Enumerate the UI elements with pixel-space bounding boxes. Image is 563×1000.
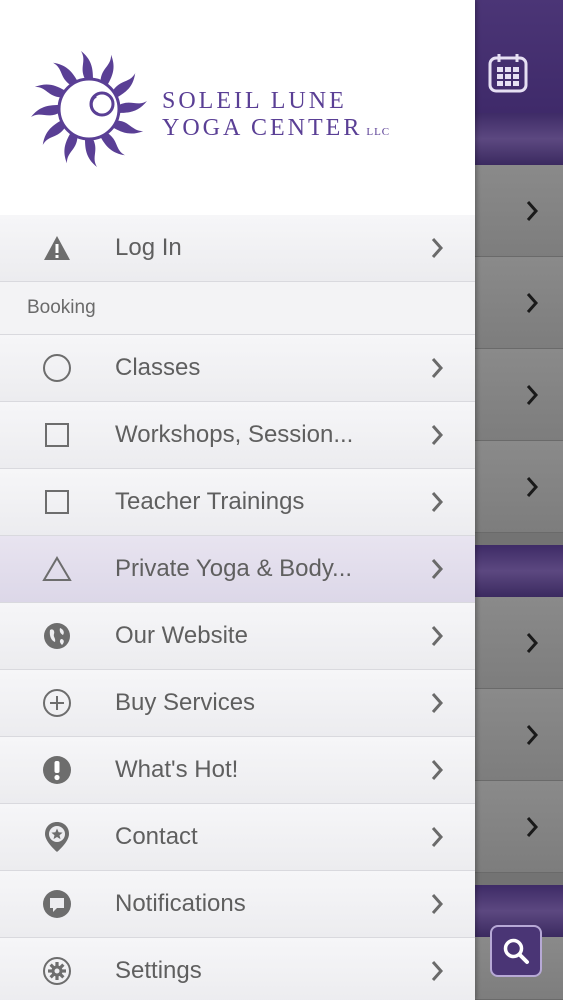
chevron-right-icon: [526, 632, 539, 653]
background-row[interactable]: [475, 689, 563, 781]
menu-label: Notifications: [115, 890, 246, 917]
sun-moon-logo-icon: [31, 51, 147, 167]
search-icon: [503, 938, 529, 964]
menu-label: Log In: [115, 234, 182, 261]
chevron-right-icon: [431, 760, 444, 780]
background-row[interactable]: [475, 781, 563, 873]
brand-name: Soleil Lune Yoga Center llc: [162, 88, 390, 146]
menu-item-our-website[interactable]: Our Website: [0, 603, 475, 670]
menu-label: Workshops, Session...: [115, 421, 354, 448]
square-icon: [40, 485, 74, 519]
menu-label: Buy Services: [115, 689, 256, 716]
menu-item-login[interactable]: Log In: [0, 215, 475, 282]
menu-item-private-yoga[interactable]: Private Yoga & Body...: [0, 536, 475, 603]
calendar-icon[interactable]: [487, 52, 529, 94]
menu-label: Settings: [115, 957, 202, 984]
chevron-right-icon: [526, 816, 539, 837]
triangle-icon: [40, 552, 74, 586]
chat-bubble-icon: [40, 887, 74, 921]
globe-icon: [40, 619, 74, 653]
menu-item-classes[interactable]: Classes: [0, 335, 475, 402]
chevron-right-icon: [431, 492, 444, 512]
chevron-right-icon: [431, 626, 444, 646]
gear-icon: [40, 954, 74, 988]
brand-line-1: Soleil Lune: [162, 88, 347, 114]
menu-label: Our Website: [115, 622, 248, 649]
chevron-right-icon: [431, 693, 444, 713]
chevron-right-icon: [431, 425, 444, 445]
background-header: [475, 0, 563, 113]
navigation-drawer: Soleil Lune Yoga Center llc Log In Bookin…: [0, 0, 475, 1000]
section-header-booking: Booking: [0, 282, 475, 335]
menu-item-contact[interactable]: Contact: [0, 804, 475, 871]
menu-label: Private Yoga & Body...: [115, 555, 353, 582]
menu-label: Classes: [115, 354, 201, 381]
chevron-right-icon: [431, 238, 444, 258]
background-row[interactable]: [475, 597, 563, 689]
exclamation-icon: [40, 753, 74, 787]
chevron-right-icon: [526, 476, 539, 497]
menu-item-notifications[interactable]: Notifications: [0, 871, 475, 938]
menu-item-workshops[interactable]: Workshops, Session...: [0, 402, 475, 469]
chevron-right-icon: [431, 894, 444, 914]
menu-item-teacher-trainings[interactable]: Teacher Trainings: [0, 469, 475, 536]
menu-label: Contact: [115, 823, 198, 850]
circle-icon: [40, 351, 74, 385]
chevron-right-icon: [526, 292, 539, 313]
plus-circle-icon: [40, 686, 74, 720]
menu-item-buy-services[interactable]: Buy Services: [0, 670, 475, 737]
background-row[interactable]: [475, 441, 563, 533]
menu-label: What's Hot!: [115, 756, 239, 783]
chevron-right-icon: [431, 961, 444, 981]
chevron-right-icon: [431, 559, 444, 579]
brand-line-2: Yoga Center: [162, 115, 363, 141]
chevron-right-icon: [526, 724, 539, 745]
section-title: Booking: [27, 297, 96, 318]
location-star-icon: [40, 820, 74, 854]
background-row[interactable]: [475, 165, 563, 257]
logo-header: Soleil Lune Yoga Center llc: [0, 0, 475, 215]
menu-item-whats-hot[interactable]: What's Hot!: [0, 737, 475, 804]
background-row[interactable]: [475, 257, 563, 349]
menu-label: Teacher Trainings: [115, 488, 305, 515]
chevron-right-icon: [526, 200, 539, 221]
brand-suffix: llc: [366, 126, 391, 138]
chevron-right-icon: [431, 827, 444, 847]
square-icon: [40, 418, 74, 452]
chevron-right-icon: [526, 384, 539, 405]
background-section-header: [475, 545, 563, 597]
background-section-header: [475, 113, 563, 165]
warning-icon: [40, 231, 74, 265]
search-button[interactable]: [490, 925, 542, 977]
background-row[interactable]: [475, 349, 563, 441]
chevron-right-icon: [431, 358, 444, 378]
menu-item-settings[interactable]: Settings: [0, 938, 475, 1000]
